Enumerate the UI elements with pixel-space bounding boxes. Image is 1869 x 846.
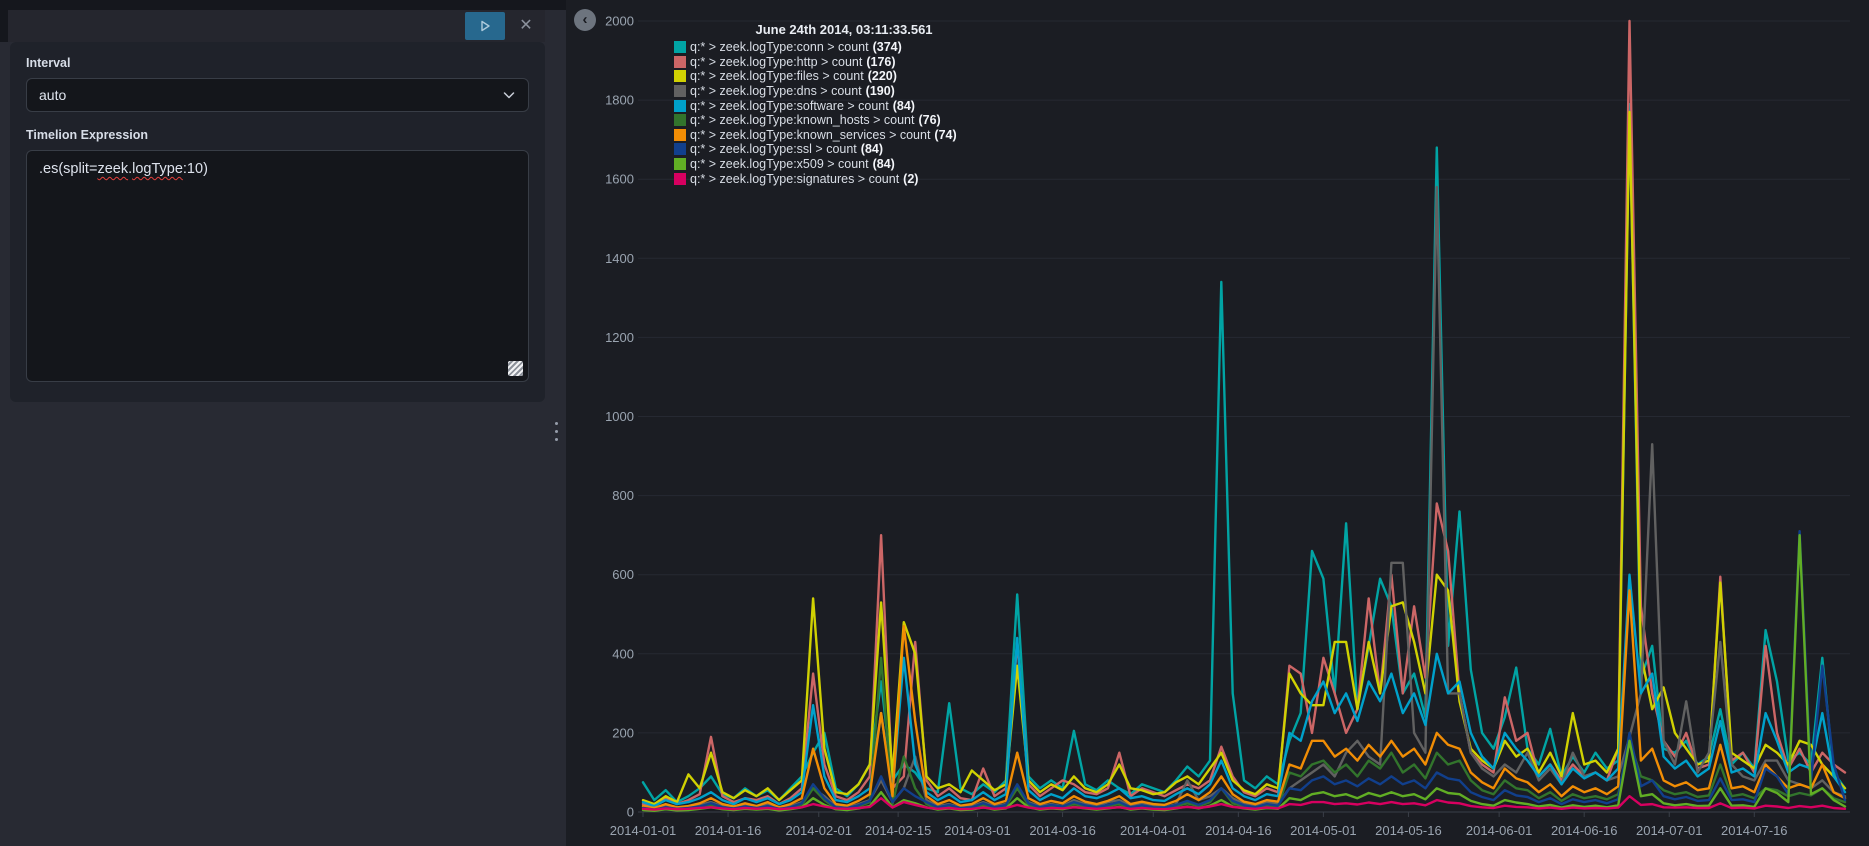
pane-top-edge <box>0 0 566 10</box>
editor-header: ✕ <box>8 10 545 42</box>
expression-form: Interval auto Timelion Expression .es(sp… <box>10 42 545 402</box>
timelion-editor-app: ✕ Interval auto Timelion Expression .es(… <box>0 0 1869 846</box>
legend-item[interactable]: q:* > zeek.logType:ssl > count (84) <box>674 142 1014 157</box>
interval-selected-value: auto <box>39 87 67 103</box>
pane-left-edge <box>0 0 8 42</box>
expression-input[interactable]: .es(split=zeek.logType:10) <box>26 150 529 382</box>
chevron-down-icon <box>502 88 516 107</box>
legend-swatch-icon <box>674 114 686 127</box>
x-axis-tick-label: 2014-05-01 <box>1290 823 1357 838</box>
y-axis-tick-label: 2000 <box>605 14 634 29</box>
legend-item[interactable]: q:* > zeek.logType:http > count (176) <box>674 55 1014 70</box>
y-axis-tick-label: 1600 <box>605 172 634 187</box>
close-icon: ✕ <box>519 17 533 34</box>
y-axis-tick-label: 1200 <box>605 330 634 345</box>
legend-item[interactable]: q:* > zeek.logType:conn > count (374) <box>674 40 1014 55</box>
textarea-resize-grip[interactable] <box>508 361 523 376</box>
chart-pane: ‹ 0 200 400 600 800 1000 1200 1400 1600 1800 2000 2… <box>566 0 1869 846</box>
x-axis-tick-label: 2014-07-16 <box>1721 823 1788 838</box>
series-line <box>641 185 1847 810</box>
legend-swatch-icon <box>674 172 686 185</box>
y-axis-tick-label: 600 <box>612 567 634 582</box>
legend-item[interactable]: q:* > zeek.logType:signatures > count (2) <box>674 171 1014 186</box>
interval-select[interactable]: auto <box>26 78 529 112</box>
legend-swatch-icon <box>674 55 686 68</box>
expression-text: .es(split=zeek.logType:10) <box>39 161 208 177</box>
legend-swatch-icon <box>674 128 686 141</box>
legend-item[interactable]: q:* > zeek.logType:known_hosts > count (7… <box>674 113 1014 128</box>
legend-items: q:* > zeek.logType:conn > count (374) q:* … <box>674 40 1014 186</box>
legend-series-label: q:* > zeek.logType:known_hosts > count <box>690 113 915 128</box>
y-axis-tick-label: 0 <box>627 805 634 820</box>
legend-item[interactable]: q:* > zeek.logType:known_services > coun… <box>674 128 1014 143</box>
run-expression-button[interactable] <box>465 12 505 40</box>
legend-series-label: q:* > zeek.logType:http > count <box>690 54 863 69</box>
legend-item[interactable]: q:* > zeek.logType:files > count (220) <box>674 69 1014 84</box>
chart-legend: June 24th 2014, 03:11:33.561 q:* > zeek.… <box>674 22 1014 186</box>
legend-series-label: q:* > zeek.logType:dns > count <box>690 84 862 99</box>
x-axis-tick-label: 2014-06-16 <box>1551 823 1618 838</box>
legend-series-value: (176) <box>866 54 896 69</box>
expression-editor-pane: ✕ Interval auto Timelion Expression .es(… <box>0 0 566 846</box>
legend-series-value: (190) <box>865 84 895 99</box>
legend-swatch-icon <box>674 158 686 171</box>
legend-item[interactable]: q:* > zeek.logType:x509 > count (84) <box>674 157 1014 172</box>
x-axis-tick-label: 2014-01-16 <box>695 823 762 838</box>
legend-series-label: q:* > zeek.logType:ssl > count <box>690 142 857 157</box>
x-axis-tick-label: 2014-02-15 <box>865 823 932 838</box>
interval-label: Interval <box>26 56 71 70</box>
series-line <box>641 110 1847 806</box>
legend-series-value: (2) <box>903 171 919 186</box>
legend-swatch-icon <box>674 41 686 54</box>
legend-series-label: q:* > zeek.logType:signatures > count <box>690 171 900 186</box>
x-axis-tick-label: 2014-04-16 <box>1205 823 1272 838</box>
legend-swatch-icon <box>674 143 686 156</box>
legend-series-label: q:* > zeek.logType:known_services > coun… <box>690 127 931 142</box>
y-axis-tick-label: 800 <box>612 488 634 503</box>
legend-series-label: q:* > zeek.logType:software > count <box>690 98 889 113</box>
legend-series-label: q:* > zeek.logType:x509 > count <box>690 157 869 172</box>
x-axis-tick-label: 2014-02-01 <box>786 823 853 838</box>
legend-series-value: (76) <box>918 113 941 128</box>
legend-swatch-icon <box>674 85 686 98</box>
x-axis-tick-label: 2014-03-01 <box>944 823 1011 838</box>
x-axis-tick-label: 2014-04-01 <box>1120 823 1187 838</box>
series-line <box>641 102 1847 804</box>
legend-swatch-icon <box>674 70 686 83</box>
legend-series-label: q:* > zeek.logType:conn > count <box>690 40 869 55</box>
close-editor-button[interactable]: ✕ <box>509 12 543 40</box>
y-axis-tick-label: 1800 <box>605 93 634 108</box>
legend-series-value: (84) <box>860 142 884 157</box>
x-axis-tick-label: 2014-05-16 <box>1375 823 1442 838</box>
legend-series-value: (374) <box>872 40 902 55</box>
legend-series-value: (220) <box>867 69 897 84</box>
pane-divider-handle[interactable] <box>550 418 562 444</box>
x-axis-tick-label: 2014-06-01 <box>1466 823 1533 838</box>
y-axis-tick-label: 200 <box>612 725 634 740</box>
legend-series-value: (84) <box>872 157 895 172</box>
play-icon <box>478 19 492 33</box>
y-axis-tick-label: 1000 <box>605 409 634 424</box>
x-axis-tick-label: 2014-03-16 <box>1029 823 1096 838</box>
x-axis-tick-label: 2014-01-01 <box>610 823 677 838</box>
y-axis-tick-label: 1400 <box>605 251 634 266</box>
legend-item[interactable]: q:* > zeek.logType:dns > count (190) <box>674 84 1014 99</box>
y-axis-tick-label: 400 <box>612 646 634 661</box>
expression-label: Timelion Expression <box>26 128 149 142</box>
legend-series-value: (84) <box>892 98 915 113</box>
legend-series-label: q:* > zeek.logType:files > count <box>690 69 864 84</box>
legend-series-value: (74) <box>934 127 957 142</box>
legend-item[interactable]: q:* > zeek.logType:software > count (84) <box>674 98 1014 113</box>
legend-swatch-icon <box>674 99 686 112</box>
x-axis-tick-label: 2014-07-01 <box>1636 823 1703 838</box>
